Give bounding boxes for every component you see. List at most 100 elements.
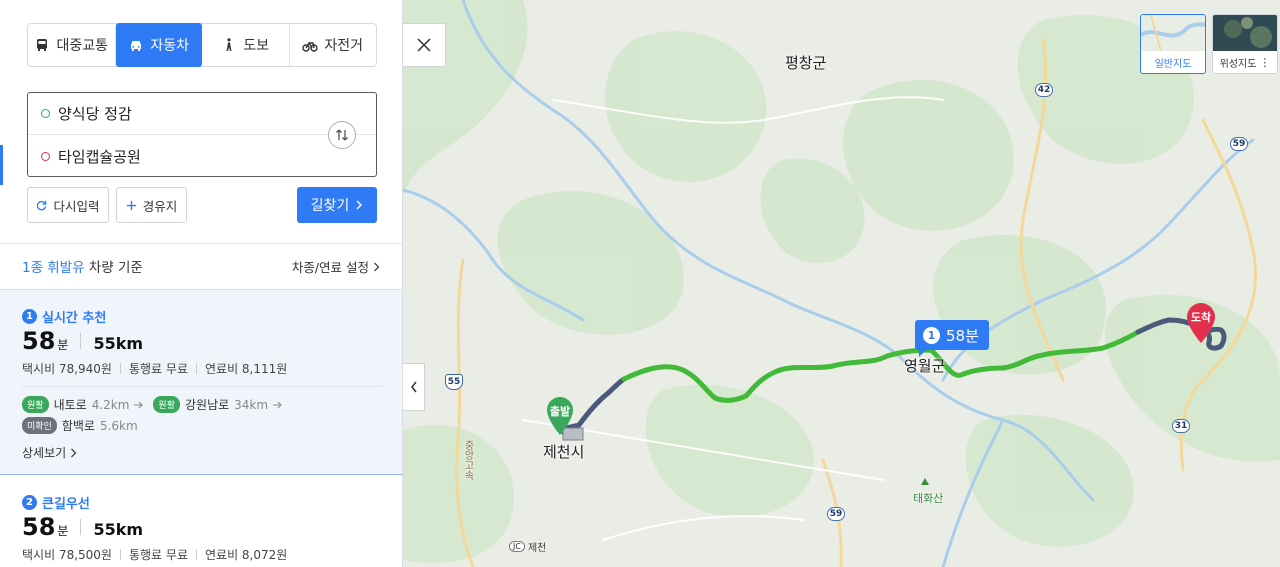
satellite-map-thumb-icon xyxy=(1224,17,1272,48)
tab-transit-label: 대중교통 xyxy=(56,38,109,54)
route-bubble-time: 58분 xyxy=(946,326,979,345)
reset-label: 다시입력 xyxy=(53,198,100,214)
tab-transit[interactable]: 대중교통 xyxy=(28,24,116,66)
road-distance: 5.6km xyxy=(99,418,138,433)
route-time-unit: 분 xyxy=(57,524,69,538)
add-waypoint-button[interactable]: 경유지 xyxy=(116,187,187,223)
satellite-map-thumbnail xyxy=(1213,15,1277,51)
route-time-unit: 분 xyxy=(57,338,69,352)
destination-dot-icon xyxy=(41,151,50,161)
cost-separator xyxy=(195,549,197,560)
taxi-fare: 택시비 78,500원 xyxy=(22,548,112,562)
map-view[interactable]: 평창군 영월군 제천시 태화산 JC 제천 중앙고속 42 59 55 31 5… xyxy=(403,0,1280,567)
fuel-cost: 연료비 8,111원 xyxy=(204,362,288,376)
route-summary: 58 분 55km xyxy=(22,513,143,541)
route-index-badge: 1 xyxy=(22,309,37,324)
bicycle-icon xyxy=(302,41,319,52)
bus-icon xyxy=(37,39,48,51)
cost-separator xyxy=(119,363,121,374)
chevron-right-icon xyxy=(374,262,380,271)
map-type-satellite-label: 위성지도 ⋮ xyxy=(1213,51,1277,73)
traffic-tag: 미확인 xyxy=(22,417,57,434)
tab-car-label: 자동차 xyxy=(150,38,190,54)
chevron-right-icon xyxy=(356,200,363,210)
tab-bicycle[interactable]: 자전거 xyxy=(290,24,377,66)
criteria-suffix: 차량 기준 xyxy=(88,260,143,276)
chevron-left-icon xyxy=(410,381,417,393)
route-bubble-index: 1 xyxy=(923,326,940,344)
road-distance: 4.2km xyxy=(91,397,130,412)
destination-pin-label: 도착 xyxy=(1190,311,1212,324)
route-detail-link[interactable]: 상세보기 xyxy=(22,444,77,461)
route-result-1[interactable]: 1 실시간 추천 58 분 55km 택시비 78,940원 통행료 무료 연료… xyxy=(0,289,402,475)
waypoint-label: 경유지 xyxy=(142,198,178,214)
plus-icon xyxy=(126,200,136,210)
refresh-icon xyxy=(37,200,47,210)
road-shield: 59 xyxy=(827,507,845,521)
map-terrain xyxy=(403,0,1280,567)
origin-text: 양식당 정감 xyxy=(58,105,132,123)
car-icon xyxy=(131,41,142,51)
road-shield: 31 xyxy=(1172,419,1190,433)
section-divider xyxy=(0,243,402,244)
tab-car[interactable]: 자동차 xyxy=(115,23,202,67)
route-distance: 55km xyxy=(93,520,144,539)
route-summary: 58 분 55km xyxy=(22,327,143,355)
more-options-icon[interactable]: ⋮ xyxy=(1259,56,1270,69)
vehicle-criteria: 1종 휘발유 차량 기준 xyxy=(22,256,143,276)
route-time: 58 xyxy=(22,513,56,541)
normal-map-thumbnail xyxy=(1141,15,1205,52)
vehicle-settings-link[interactable]: 차종/연료 설정 xyxy=(292,257,380,276)
route-time-bubble[interactable]: 1 58분 xyxy=(915,320,989,357)
app-root: 대중교통 자동차 도보 자전거 양식당 정감 타임캡슐공원 다시입력 경유지 길… xyxy=(0,0,1280,567)
reset-button[interactable]: 다시입력 xyxy=(27,187,109,223)
swap-button[interactable] xyxy=(328,121,356,149)
traffic-tag: 원활 xyxy=(22,396,49,413)
cost-separator xyxy=(119,549,121,560)
toll-fee: 통행료 무료 xyxy=(128,362,188,376)
normal-map-thumb-icon xyxy=(1141,15,1205,52)
highway-shield: 55 xyxy=(445,374,463,390)
fuel-type: 1종 휘발유 xyxy=(22,260,85,276)
tab-bicycle-label: 자전거 xyxy=(324,38,364,54)
road-segments-line-2: 미확인 함백로 5.6km xyxy=(22,417,138,434)
toll-fee: 통행료 무료 xyxy=(128,548,188,562)
origin-field[interactable]: 양식당 정감 xyxy=(28,93,376,135)
close-icon xyxy=(417,38,431,52)
arrow-right-icon xyxy=(134,401,144,408)
close-directions-button[interactable] xyxy=(403,23,446,67)
tab-walk[interactable]: 도보 xyxy=(202,24,290,66)
map-type-normal-button[interactable]: 일반지도 xyxy=(1140,14,1206,74)
road-segments-line-1: 원활 내토로 4.2km 원활 강원남로 34km xyxy=(22,396,283,413)
find-route-button[interactable]: 길찾기 xyxy=(297,187,377,223)
start-pin[interactable]: 출발 xyxy=(545,396,575,436)
origin-dot-icon xyxy=(41,109,50,118)
map-type-satellite-button[interactable]: 위성지도 ⋮ xyxy=(1212,14,1278,74)
road-shield: 59 xyxy=(1230,137,1248,151)
road-name: 내토로 xyxy=(53,398,87,412)
map-label-yeongwol: 영월군 xyxy=(904,357,946,375)
road-distance: 34km xyxy=(234,397,269,412)
route-result-2[interactable]: 2 큰길우선 58 분 55km 택시비 78,500원 통행료 무료 연료비 … xyxy=(0,476,402,567)
chevron-right-icon xyxy=(71,448,77,457)
route-input-box: 양식당 정감 타임캡슐공원 xyxy=(27,92,377,177)
destination-field[interactable]: 타임캡슐공원 xyxy=(28,135,328,177)
map-label-expressway: 중앙고속 xyxy=(462,440,473,480)
jc-badge: JC xyxy=(509,541,525,552)
cost-separator xyxy=(195,363,197,374)
map-label-pyeongchang: 평창군 xyxy=(785,54,827,72)
card-divider xyxy=(22,386,382,387)
jc-name: 제천 xyxy=(527,543,547,554)
route-index-badge: 2 xyxy=(22,495,37,510)
vehicle-settings-label: 차종/연료 설정 xyxy=(291,260,369,275)
map-label-jecheon-jc: JC 제천 xyxy=(509,539,546,554)
collapse-panel-button[interactable] xyxy=(403,363,425,411)
panel-side-marker xyxy=(0,145,3,185)
road-shield: 42 xyxy=(1035,83,1053,97)
map-label-jecheon: 제천시 xyxy=(543,443,585,461)
walk-icon xyxy=(226,38,232,51)
route-title-text: 큰길우선 xyxy=(42,497,90,512)
destination-pin[interactable]: 도착 xyxy=(1185,302,1217,344)
road-name: 함백로 xyxy=(61,419,95,433)
route-detail-label: 상세보기 xyxy=(22,446,67,460)
